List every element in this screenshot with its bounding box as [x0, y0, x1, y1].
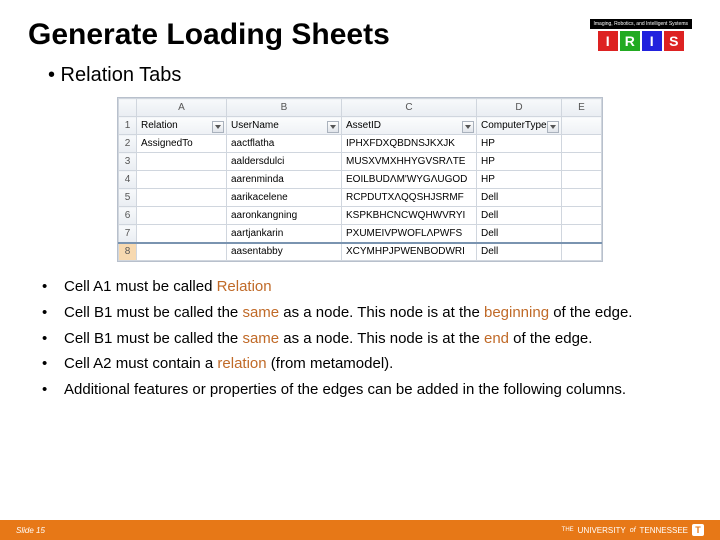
- field-header: AssetID: [342, 117, 477, 135]
- table-cell: aaldersdulci: [227, 153, 342, 171]
- table-cell: aarikacelene: [227, 189, 342, 207]
- bullet-text: (from metamodel).: [267, 355, 394, 372]
- field-header: [562, 117, 602, 135]
- table-cell: aarenminda: [227, 171, 342, 189]
- field-header: UserName: [227, 117, 342, 135]
- bullet-text: Cell B1 must be called the: [64, 330, 242, 347]
- row-header: 1: [119, 117, 137, 135]
- table-cell: MUSXVMXHHYGVSRΛTE: [342, 153, 477, 171]
- col-header: B: [227, 99, 342, 117]
- table-cell: [562, 189, 602, 207]
- bullet-text: same: [242, 304, 279, 321]
- table-cell: [562, 153, 602, 171]
- table-cell: HP: [477, 135, 562, 153]
- logo-tagline: Imaging, Robotics, and Intelligent Syste…: [590, 19, 693, 29]
- table-cell: Dell: [477, 189, 562, 207]
- bullet-text: Cell A2 must contain a: [64, 355, 217, 372]
- slide-footer: Slide 15 THE UNIVERSITY of TENNESSEE T: [0, 520, 720, 540]
- row-header: 2: [119, 135, 137, 153]
- spreadsheet-image: ABCDE 1RelationUserNameAssetIDComputerTyp…: [0, 95, 720, 272]
- table-cell: EOILBUDΛM'WYGΛUGOD: [342, 171, 477, 189]
- table-cell: [562, 171, 602, 189]
- bullet-text: same: [242, 330, 279, 347]
- table-cell: aaronkangning: [227, 207, 342, 225]
- uni-of: of: [630, 527, 636, 534]
- table-cell: Dell: [477, 243, 562, 261]
- field-header: Relation: [137, 117, 227, 135]
- uni-pre: THE: [562, 527, 574, 533]
- row-header: 8: [119, 243, 137, 261]
- bullet-text: as a node. This node is at the: [279, 304, 484, 321]
- table-cell: [137, 225, 227, 243]
- table-cell: [562, 243, 602, 261]
- table-cell: [562, 225, 602, 243]
- iris-logo: Imaging, Robotics, and Intelligent Syste…: [590, 19, 693, 51]
- bullet-text: of the edge.: [509, 330, 592, 347]
- bullet-text: Cell A1 must be called: [64, 278, 217, 295]
- logo-letter: I: [598, 31, 618, 51]
- bullet-text: Cell B1 must be called the: [64, 304, 242, 321]
- row-header: 3: [119, 153, 137, 171]
- table-cell: [137, 207, 227, 225]
- bullet-item: Cell A1 must be called Relation: [60, 276, 684, 298]
- table-cell: Dell: [477, 207, 562, 225]
- table-cell: AssignedTo: [137, 135, 227, 153]
- row-header: 5: [119, 189, 137, 207]
- table-cell: [137, 243, 227, 261]
- logo-letter: I: [642, 31, 662, 51]
- bullet-text: Relation: [217, 278, 272, 295]
- table-cell: [562, 207, 602, 225]
- page-title: Generate Loading Sheets: [28, 18, 390, 52]
- ut-t-icon: T: [692, 524, 704, 536]
- slide-number: Slide 15: [16, 526, 45, 535]
- uni-tenn: TENNESSEE: [640, 526, 688, 535]
- table-cell: aasentabby: [227, 243, 342, 261]
- spreadsheet-table: ABCDE 1RelationUserNameAssetIDComputerTyp…: [118, 98, 602, 261]
- table-cell: KSPKBHCNCWQHWVRYI: [342, 207, 477, 225]
- bullet-text: end: [484, 330, 509, 347]
- bullet-item: Cell A2 must contain a relation (from me…: [60, 353, 684, 375]
- bullet-text: Additional features or properties of the…: [64, 381, 626, 398]
- bullet-text: of the edge.: [549, 304, 632, 321]
- logo-letter: R: [620, 31, 640, 51]
- bullet-item: Cell B1 must be called the same as a nod…: [60, 302, 684, 324]
- table-cell: aartjankarin: [227, 225, 342, 243]
- field-header: ComputerType: [477, 117, 562, 135]
- bullet-text: beginning: [484, 304, 549, 321]
- bullet-text: relation: [217, 355, 266, 372]
- table-cell: [137, 189, 227, 207]
- bullet-text: as a node. This node is at the: [279, 330, 484, 347]
- bullet-list: Cell A1 must be called Relation Cell B1 m…: [0, 272, 720, 405]
- table-cell: [137, 171, 227, 189]
- row-header: 7: [119, 225, 137, 243]
- table-cell: Dell: [477, 225, 562, 243]
- table-cell: [562, 135, 602, 153]
- table-cell: PXUMEIVPWOFLΛPWFS: [342, 225, 477, 243]
- row-header: 6: [119, 207, 137, 225]
- table-cell: RCPDUTXΛQQSHJSRMF: [342, 189, 477, 207]
- col-header: C: [342, 99, 477, 117]
- table-cell: XCYMHPJPWENBODWRI: [342, 243, 477, 261]
- bullet-item: Additional features or properties of the…: [60, 379, 684, 401]
- row-header: 4: [119, 171, 137, 189]
- table-cell: HP: [477, 171, 562, 189]
- university-mark: THE UNIVERSITY of TENNESSEE T: [562, 524, 704, 536]
- col-header: E: [562, 99, 602, 117]
- logo-letters: IRIS: [598, 31, 684, 51]
- uni-main: UNIVERSITY: [578, 526, 626, 535]
- table-cell: HP: [477, 153, 562, 171]
- bullet-item: Cell B1 must be called the same as a nod…: [60, 328, 684, 350]
- col-header: D: [477, 99, 562, 117]
- table-cell: IPHXFDXQBDNSJKXJK: [342, 135, 477, 153]
- logo-letter: S: [664, 31, 684, 51]
- table-cell: [137, 153, 227, 171]
- table-cell: aactflatha: [227, 135, 342, 153]
- col-header: A: [137, 99, 227, 117]
- subtitle: • Relation Tabs: [0, 56, 720, 95]
